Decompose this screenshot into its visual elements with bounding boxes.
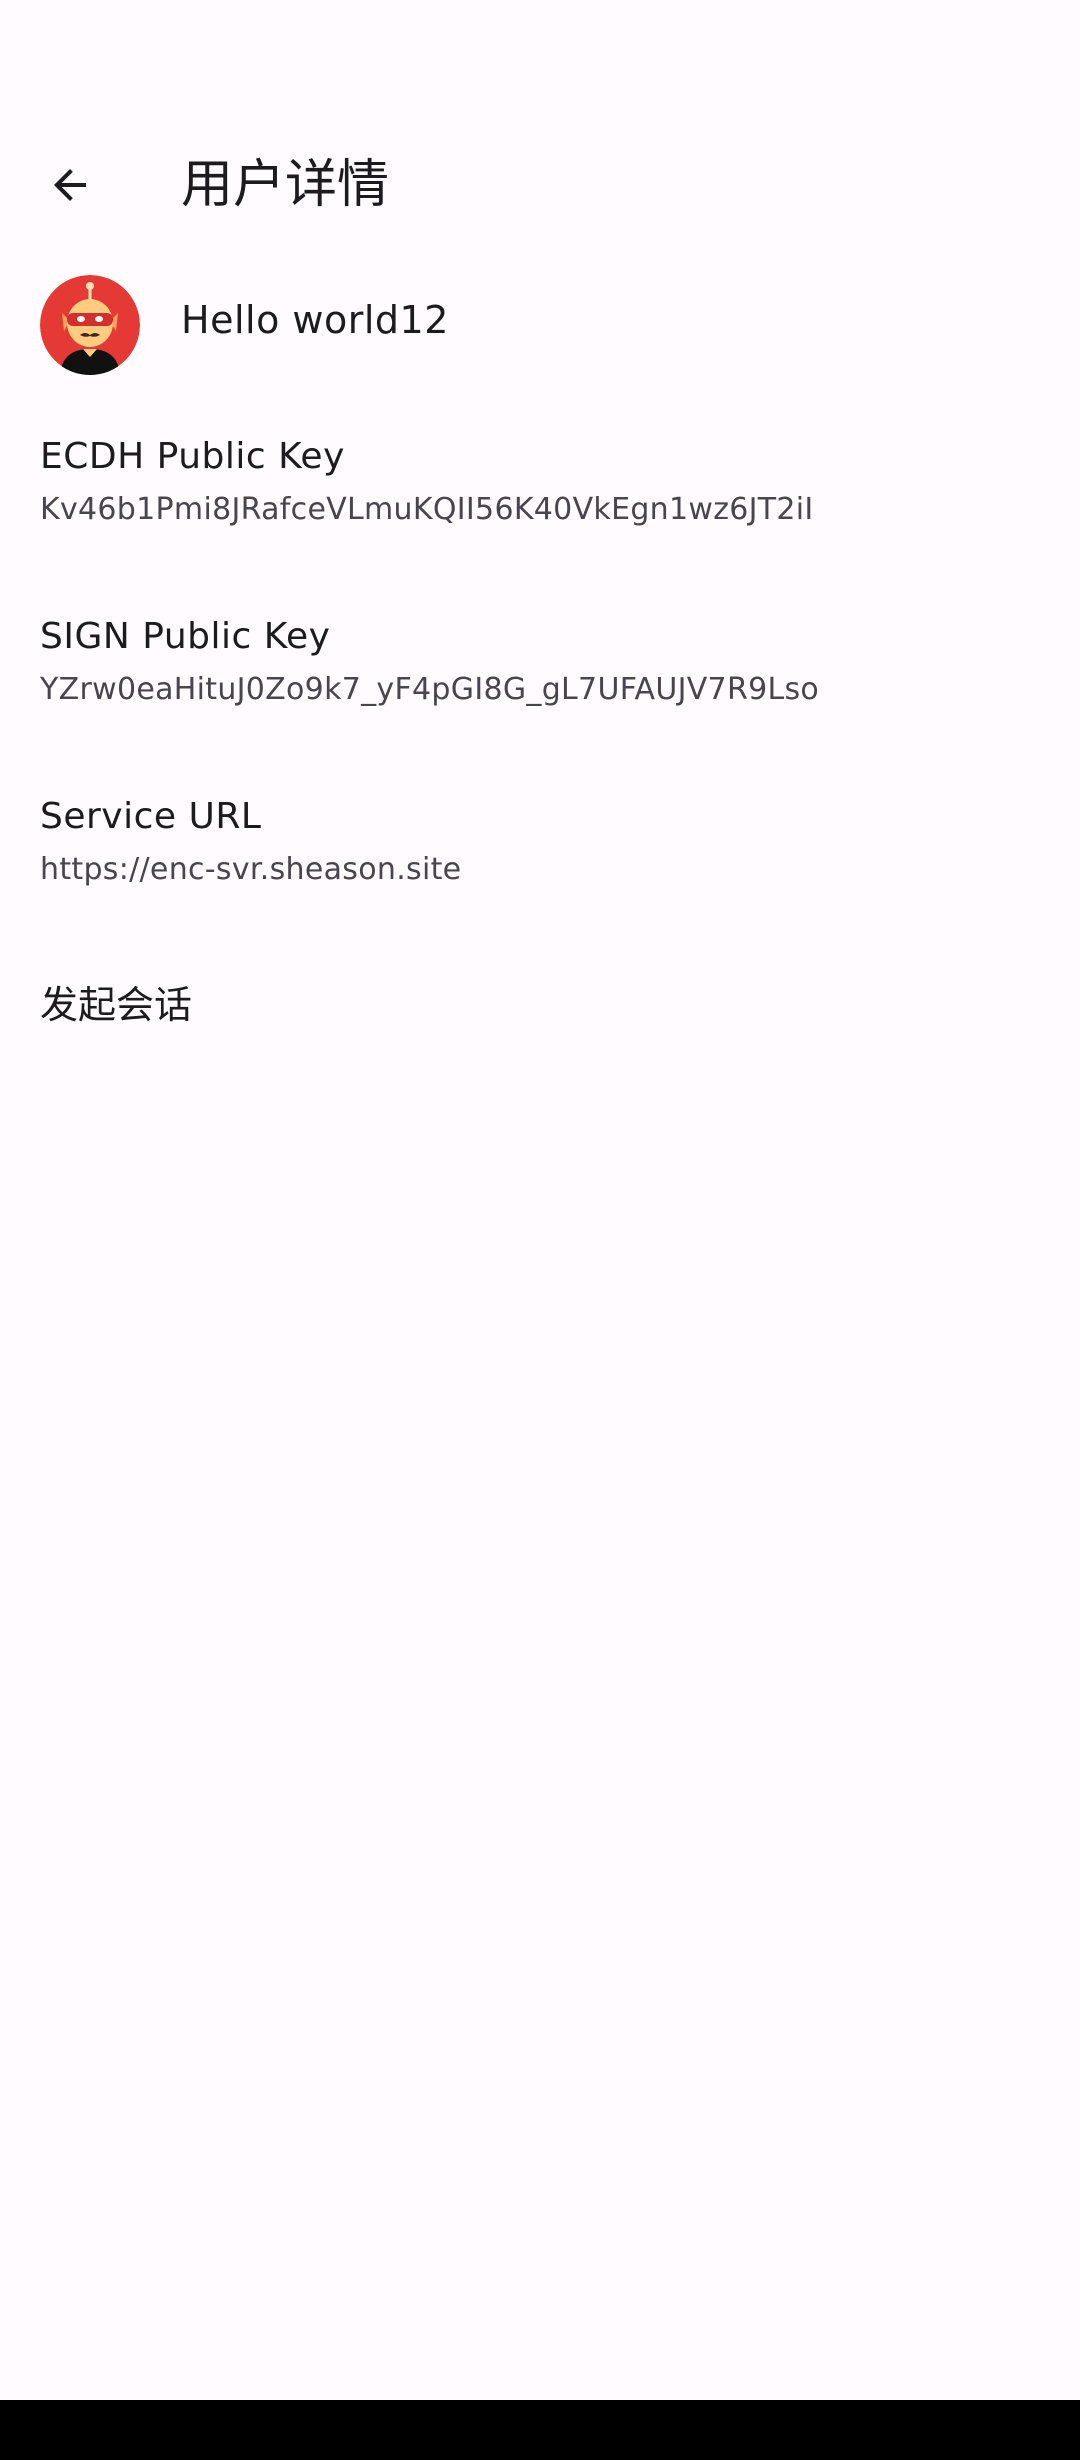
start-chat-label: 发起会话 xyxy=(40,983,193,1027)
page-title: 用户详情 xyxy=(181,155,390,215)
service-url-value: https://enc-svr.sheason.site xyxy=(40,852,462,887)
user-header: Hello world12 xyxy=(0,270,1080,380)
system-navigation-bar xyxy=(0,2400,1080,2460)
back-button[interactable] xyxy=(30,145,110,225)
user-detail-screen: 用户详情 Hello world12 ECDH Public Key Kv46b… xyxy=(0,0,1080,2460)
user-name: Hello world12 xyxy=(181,298,449,342)
sign-public-key-value: YZrw0eaHituJ0Zo9k7_yF4pGI8G_gL7UFAUJV7R9… xyxy=(40,672,820,707)
app-bar: 用户详情 xyxy=(0,120,1080,250)
service-url-item[interactable]: Service URL https://enc-svr.sheason.site xyxy=(0,792,1080,952)
arrow-back-icon xyxy=(54,169,86,201)
service-url-label: Service URL xyxy=(40,796,262,837)
ecdh-public-key-label: ECDH Public Key xyxy=(40,436,345,477)
robot-avatar-icon xyxy=(40,275,140,375)
avatar xyxy=(40,275,140,375)
sign-public-key-item[interactable]: SIGN Public Key YZrw0eaHituJ0Zo9k7_yF4pG… xyxy=(0,612,1080,772)
start-chat-button[interactable]: 发起会话 xyxy=(0,960,1080,1050)
ecdh-public-key-item[interactable]: ECDH Public Key Kv46b1Pmi8JRafceVLmuKQII… xyxy=(0,432,1080,592)
sign-public-key-label: SIGN Public Key xyxy=(40,616,331,657)
status-bar xyxy=(0,0,1080,110)
ecdh-public-key-value: Kv46b1Pmi8JRafceVLmuKQII56K40VkEgn1wz6JT… xyxy=(40,492,814,527)
